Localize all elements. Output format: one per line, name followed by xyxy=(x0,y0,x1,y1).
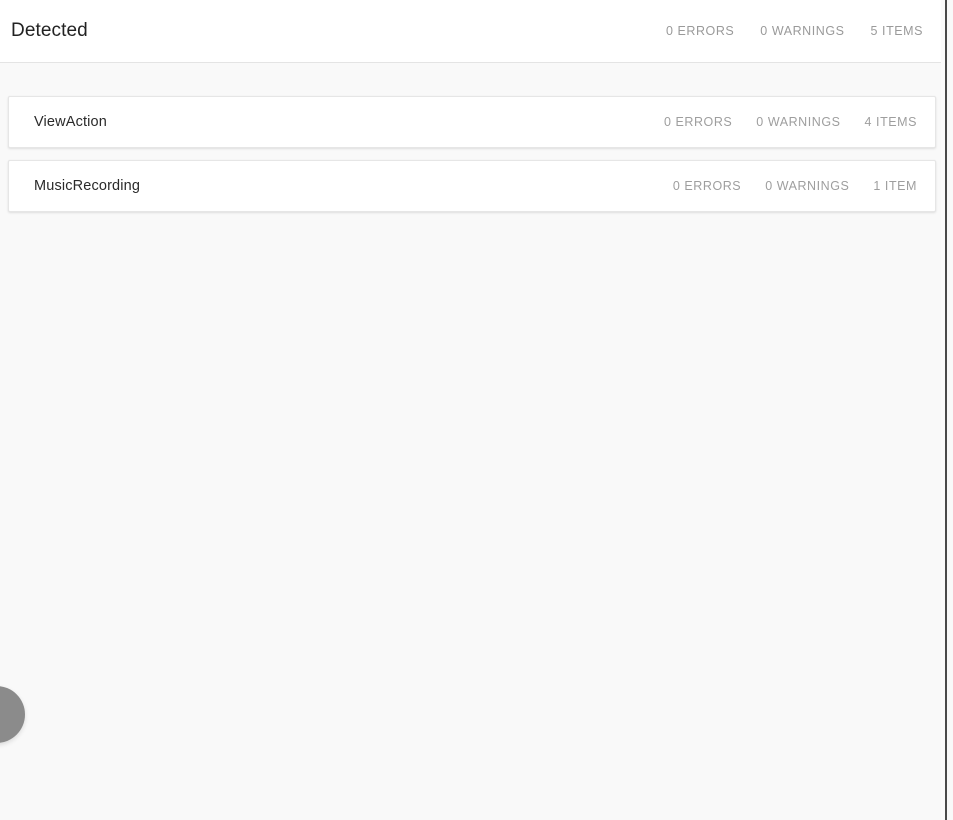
header-errors-count: 0 ERRORS xyxy=(665,24,735,38)
page-title: Detected xyxy=(11,20,88,41)
card-title: MusicRecording xyxy=(34,178,141,194)
card-warnings-count: 0 WARNINGS xyxy=(756,115,841,129)
app-window: Detected 0 ERRORS 0 WARNINGS 5 ITEMS Vie… xyxy=(0,0,953,820)
card-warnings-count: 0 WARNINGS xyxy=(765,179,850,193)
card-errors-count: 0 ERRORS xyxy=(663,115,733,129)
card-items-count: 4 ITEMS xyxy=(864,115,917,129)
card-summary-stats: 0 ERRORS 0 WARNINGS 1 ITEM xyxy=(673,179,917,193)
window-right-border xyxy=(945,0,947,820)
page-header: Detected 0 ERRORS 0 WARNINGS 5 ITEMS xyxy=(0,0,941,63)
detected-items-list: ViewAction 0 ERRORS 0 WARNINGS 4 ITEMS M… xyxy=(0,63,941,820)
detected-item-card[interactable]: ViewAction 0 ERRORS 0 WARNINGS 4 ITEMS xyxy=(8,96,936,148)
card-items-count: 1 ITEM xyxy=(873,179,917,193)
card-title: ViewAction xyxy=(34,114,107,130)
header-summary-stats: 0 ERRORS 0 WARNINGS 5 ITEMS xyxy=(666,24,923,38)
detected-item-card[interactable]: MusicRecording 0 ERRORS 0 WARNINGS 1 ITE… xyxy=(8,160,936,212)
card-errors-count: 0 ERRORS xyxy=(672,179,742,193)
header-warnings-count: 0 WARNINGS xyxy=(760,24,845,38)
header-items-count: 5 ITEMS xyxy=(870,24,923,38)
card-summary-stats: 0 ERRORS 0 WARNINGS 4 ITEMS xyxy=(664,115,917,129)
